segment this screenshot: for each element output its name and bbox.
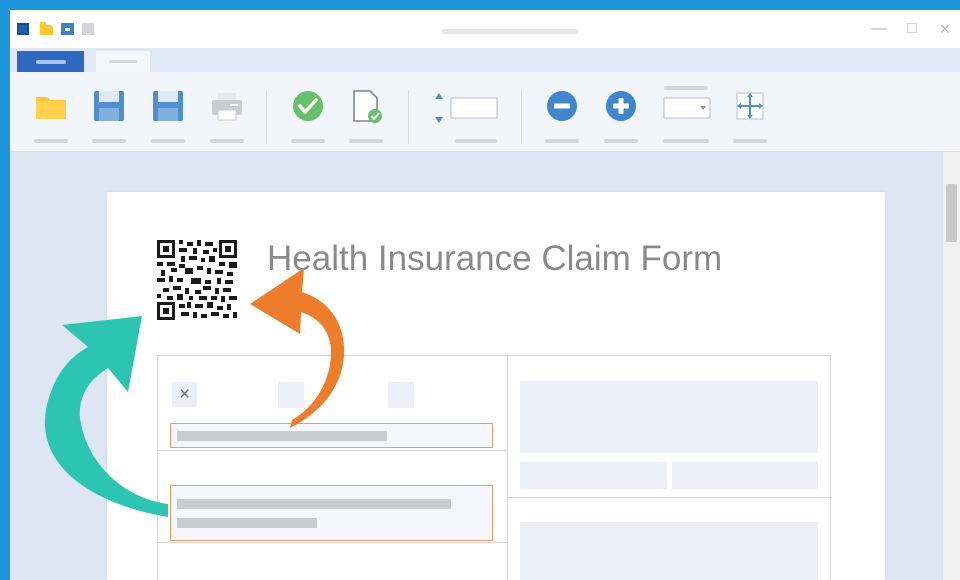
print-icon [212,93,242,121]
zoom-out-icon [547,91,577,121]
scroll-thumb[interactable] [946,184,957,242]
form-field-box[interactable] [520,462,667,489]
field-value-placeholder [177,518,317,528]
ribbon-tab-strip [10,48,960,72]
grid-divider [158,450,507,451]
save-button[interactable] [87,72,131,152]
save-as-icon [153,91,183,121]
open-button[interactable] [29,72,73,152]
zoom-in-icon [606,91,636,121]
field-height-control[interactable] [427,72,503,152]
quick-access-icon[interactable] [82,23,94,35]
move-button[interactable] [728,72,772,152]
checkbox-checked[interactable]: × [172,382,197,407]
move-icon [736,92,764,120]
button-label-placeholder [349,139,383,143]
quick-open-folder-icon[interactable] [40,22,53,35]
control-label-placeholder [455,139,497,143]
highlighted-text-field[interactable] [170,423,493,448]
close-button[interactable]: × [934,18,956,40]
document-workspace: Health Insurance Claim Form × [10,152,960,580]
window-title-placeholder [442,29,578,34]
validate-check-icon [293,91,323,121]
form-fields-grid: × [157,355,832,580]
ribbon-separator [521,90,522,144]
button-label-placeholder [210,139,244,143]
document-check-icon [353,90,382,123]
button-label-placeholder [291,139,325,143]
print-button[interactable] [205,72,249,152]
button-label-placeholder [545,139,579,143]
save-icon [94,91,124,121]
app-icon [17,23,29,35]
button-label-placeholder [733,139,767,143]
field-value-placeholder [177,431,387,441]
dropdown-field-icon [663,86,711,119]
grid-divider [158,542,507,543]
zoom-in-button[interactable] [599,72,643,152]
button-label-placeholder [663,139,709,143]
form-page: Health Insurance Claim Form × [107,192,885,580]
checkbox-empty[interactable] [388,382,414,408]
title-bar: — □ × [10,10,960,48]
button-label-placeholder [92,139,126,143]
form-field-box[interactable] [520,381,818,453]
highlighted-multiline-field[interactable] [170,485,493,541]
ribbon-separator [266,90,267,144]
grid-divider [507,356,508,580]
tab-label-placeholder [36,60,66,64]
open-folder-icon [36,97,66,119]
button-label-placeholder [34,139,68,143]
checkbox-empty[interactable] [278,382,304,408]
button-label-placeholder [151,139,185,143]
field-value-placeholder [177,499,451,509]
maximize-button[interactable]: □ [901,18,923,40]
grid-divider [508,497,832,498]
form-title: Health Insurance Claim Form [267,239,723,278]
zoom-out-button[interactable] [540,72,584,152]
minimize-button[interactable]: — [868,18,890,40]
ribbon-toolbar [10,72,960,152]
vertical-scrollbar[interactable] [943,152,960,580]
button-label-placeholder [604,139,638,143]
validate-button[interactable] [286,72,330,152]
field-height-spinner-icon [435,93,498,123]
ribbon-tab-active[interactable] [17,51,84,72]
dropdown-field-button[interactable] [658,72,716,152]
form-field-box[interactable] [520,522,818,580]
qr-code-icon[interactable] [157,240,237,320]
document-check-button[interactable] [344,72,388,152]
tab-label-placeholder [109,60,137,63]
application-window: — □ × Health Insurance Claim Form × [10,10,960,580]
save-as-button[interactable] [146,72,190,152]
ribbon-separator [408,90,409,144]
quick-save-icon[interactable] [61,23,74,35]
form-field-box[interactable] [672,462,818,489]
ribbon-tab-inactive[interactable] [96,51,150,72]
